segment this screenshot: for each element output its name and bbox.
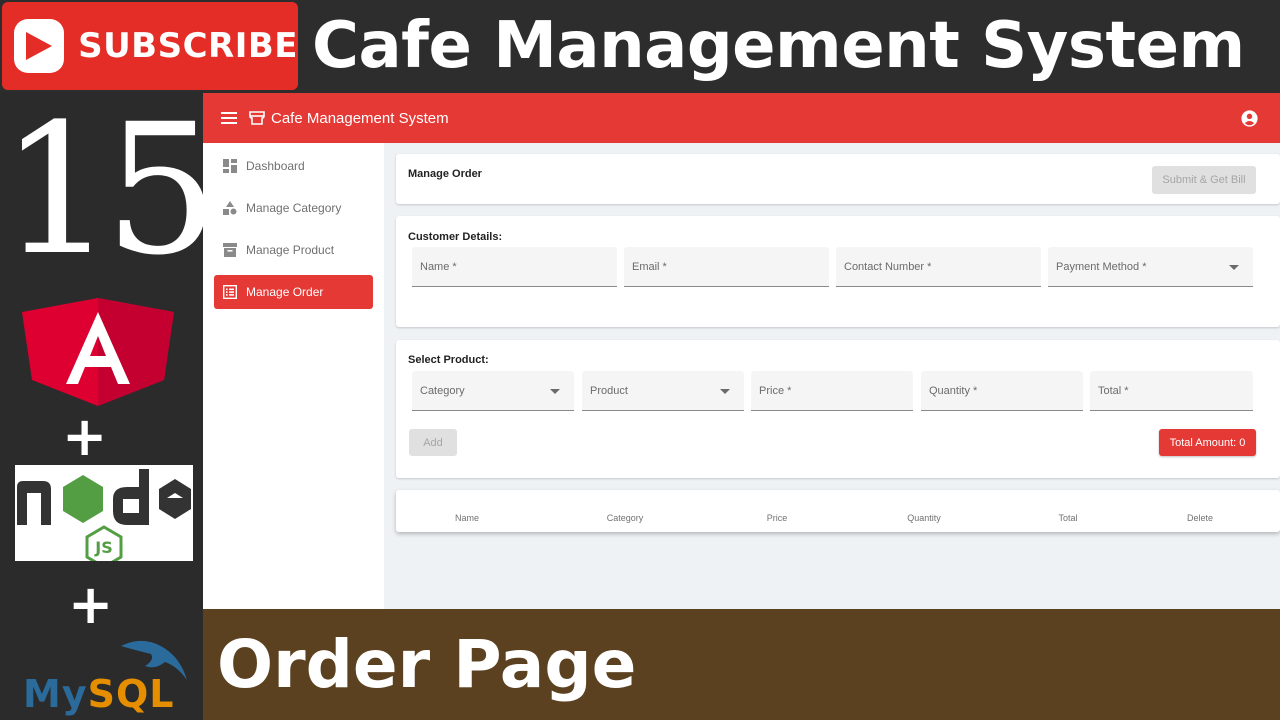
dashboard-icon: [223, 159, 237, 173]
field-label: Price *: [759, 385, 792, 397]
app-title: Cafe Management System: [271, 109, 449, 127]
app-toolbar: Cafe Management System: [203, 93, 1280, 143]
field-label: Payment Method *: [1056, 261, 1147, 273]
nodejs-logo-icon: JS: [17, 469, 191, 569]
nodejs-badge-label: JS: [94, 538, 112, 557]
sidebar-item-label: Dashboard: [246, 159, 305, 173]
menu-icon[interactable]: [221, 112, 237, 124]
name-field[interactable]: Name *: [412, 247, 617, 287]
account-circle-icon[interactable]: [1241, 110, 1258, 127]
nodejs-logo: JS: [15, 465, 193, 569]
dropdown-arrow-icon: [720, 389, 730, 394]
email-field[interactable]: Email *: [624, 247, 829, 287]
dropdown-arrow-icon: [1229, 265, 1239, 270]
plus-sign: +: [68, 573, 114, 636]
mysql-wordmark: MySQL: [23, 672, 175, 716]
sidebar-item-label: Manage Product: [246, 243, 335, 257]
sidebar-item-label: Manage Order: [246, 285, 324, 299]
sidebar-item-dashboard[interactable]: Dashboard: [214, 149, 373, 183]
quantity-field[interactable]: Quantity *: [921, 371, 1083, 411]
field-label: Product: [590, 385, 628, 397]
youtube-play-icon: [14, 19, 65, 73]
table-header-category: Category: [606, 513, 644, 523]
table-header-quantity: Quantity: [907, 513, 941, 523]
app-window: Cafe Management System Dashboard Manage …: [203, 93, 1280, 609]
manage-order-card: Manage Order Submit & Get Bill: [396, 154, 1280, 204]
total-amount-button[interactable]: Total Amount: 0: [1159, 429, 1256, 456]
sidebar: Dashboard Manage Category Manage Product: [203, 143, 384, 609]
table-header-price: Price: [766, 513, 788, 523]
plus-sign: +: [62, 405, 108, 468]
price-field[interactable]: Price *: [751, 371, 913, 411]
submit-get-bill-button[interactable]: Submit & Get Bill: [1152, 166, 1256, 194]
select-product-card: Select Product: Category Product Price *…: [396, 340, 1280, 478]
subscribe-label: SUBSCRIBE: [78, 26, 298, 66]
episode-number: 15: [0, 86, 219, 295]
customer-details-card: Customer Details: Name * Email * Contact…: [396, 216, 1280, 327]
add-button[interactable]: Add: [409, 429, 457, 456]
angular-logo-icon: [22, 298, 174, 406]
card-title: Manage Order: [408, 168, 482, 180]
field-label: Category: [420, 385, 465, 397]
table-header-name: Name: [454, 513, 480, 523]
subscribe-badge: SUBSCRIBE: [2, 2, 298, 90]
total-field[interactable]: Total *: [1090, 371, 1253, 411]
category-select[interactable]: Category: [412, 371, 574, 411]
field-label: Name *: [420, 261, 457, 273]
table-header-delete: Delete: [1186, 513, 1214, 523]
payment-method-select[interactable]: Payment Method *: [1048, 247, 1253, 287]
dropdown-arrow-icon: [550, 389, 560, 394]
card-title: Select Product:: [408, 354, 489, 366]
order-table: Name Category Price Quantity Total Delet…: [396, 490, 1280, 532]
category-icon: [223, 201, 237, 215]
sidebar-item-manage-product[interactable]: Manage Product: [214, 233, 373, 267]
contact-number-field[interactable]: Contact Number *: [836, 247, 1041, 287]
table-header-total: Total: [1058, 513, 1078, 523]
field-label: Total *: [1098, 385, 1129, 397]
card-title: Customer Details:: [408, 231, 503, 243]
product-select[interactable]: Product: [582, 371, 744, 411]
sidebar-item-manage-category[interactable]: Manage Category: [214, 191, 373, 225]
sidebar-item-label: Manage Category: [246, 201, 342, 215]
bottom-banner: Order Page: [203, 609, 1280, 720]
list-alt-icon: [223, 285, 237, 299]
field-label: Contact Number *: [844, 261, 932, 273]
banner-title: Cafe Management System: [312, 9, 1245, 83]
storefront-icon: [249, 111, 265, 125]
field-label: Quantity *: [929, 385, 978, 397]
field-label: Email *: [632, 261, 667, 273]
sidebar-item-manage-order[interactable]: Manage Order: [214, 275, 373, 309]
bottom-title: Order Page: [217, 626, 637, 703]
mysql-logo: MySQL: [15, 630, 203, 720]
inventory-icon: [223, 243, 237, 257]
top-banner: SUBSCRIBE Cafe Management System: [0, 0, 1280, 92]
